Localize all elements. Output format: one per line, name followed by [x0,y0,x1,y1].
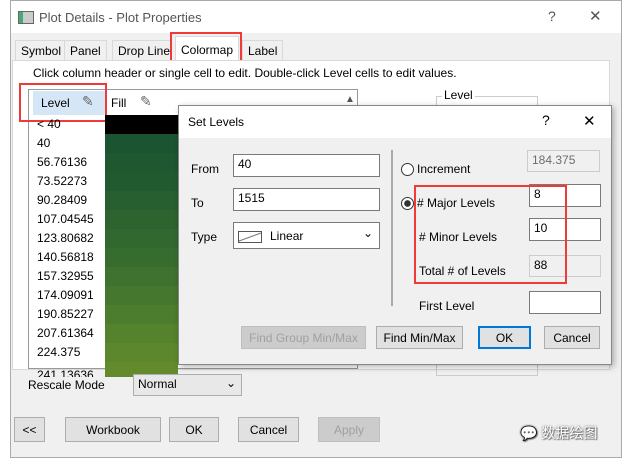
to-label: To [191,196,204,210]
apply-button[interactable]: Apply [318,417,380,442]
level-cell[interactable]: 241.13636 [37,362,94,377]
level-cell[interactable]: 174.09091 [37,286,94,305]
type-label: Type [191,230,218,244]
tab-drop-line[interactable]: Drop Line [112,40,172,61]
dialog-help-button[interactable]: ? [542,112,550,128]
level-cell[interactable]: 157.32955 [37,267,94,286]
find-min-max-button[interactable]: Find Min/Max [376,326,463,349]
level-group-label: Level [442,88,475,102]
linear-scale-icon [238,230,262,243]
from-label: From [191,162,219,176]
tab-label[interactable]: Label [242,40,284,61]
fill-cell[interactable] [105,229,178,248]
ok-button[interactable]: OK [169,417,219,442]
watermark: 💬 数据绘图 [520,423,597,443]
highlight-level-header [19,83,107,122]
find-group-min-max-button[interactable]: Find Group Min/Max [241,326,366,349]
help-button[interactable]: ? [548,8,556,24]
divider [391,150,393,306]
level-cell[interactable]: 123.80682 [37,229,94,248]
dialog-ok-button[interactable]: OK [478,326,531,349]
first-level-input[interactable] [529,291,601,314]
major-levels-radio[interactable] [401,197,414,210]
pencil-icon: ✎ [140,93,152,109]
fill-cell[interactable] [105,191,178,210]
increment-input[interactable]: 184.375 [527,150,600,172]
fill-cell[interactable] [105,153,178,172]
instruction-text: Click column header or single cell to ed… [33,66,457,80]
tab-panel[interactable]: Panel [64,40,107,61]
rescale-mode-value: Normal [138,377,177,391]
increment-label: Increment [417,162,471,176]
level-cell[interactable]: 207.61364 [37,324,94,343]
back-button[interactable]: << [14,417,45,442]
level-cell[interactable]: 140.56818 [37,248,94,267]
fill-cell[interactable] [105,343,178,362]
level-cell[interactable]: 90.28409 [37,191,87,210]
fill-cell[interactable] [105,267,178,286]
level-cell[interactable]: 40 [37,134,50,153]
cancel-button[interactable]: Cancel [238,417,299,442]
tab-symbol[interactable]: Symbol [15,40,68,61]
level-cell[interactable]: 107.04545 [37,210,94,229]
fill-cell[interactable] [105,115,178,134]
chevron-down-icon: ⌄ [362,226,373,240]
increment-radio[interactable] [401,163,414,176]
fill-cell[interactable] [105,324,178,343]
first-level-label: First Level [419,299,475,313]
chevron-down-icon: ⌄ [225,376,236,390]
fill-header-label[interactable]: Fill [111,96,126,110]
highlight-levels [414,185,567,284]
fill-cell[interactable] [105,286,178,305]
rescale-mode-select[interactable]: Normal ⌄ [133,374,242,396]
workbook-button[interactable]: Workbook [65,417,161,442]
dialog-cancel-button[interactable]: Cancel [544,326,600,349]
window-title: Plot Details - Plot Properties [39,10,202,25]
level-cell[interactable]: 190.85227 [37,305,94,324]
fill-cell[interactable] [105,210,178,229]
wechat-icon: 💬 [520,425,538,441]
from-input[interactable]: 40 [233,154,380,177]
type-select[interactable]: Linear ⌄ [233,222,380,249]
fill-cell[interactable] [105,172,178,191]
level-cell[interactable]: 56.76136 [37,153,87,172]
watermark-text: 数据绘图 [541,425,598,441]
level-cell[interactable]: 73.52273 [37,172,87,191]
rescale-mode-label: Rescale Mode [28,378,105,392]
app-icon [18,11,34,24]
level-cell[interactable]: 224.375 [37,343,80,362]
scroll-up-arrow[interactable]: ▲ [345,94,355,105]
fill-cell[interactable] [105,248,178,267]
dialog-title: Set Levels [188,115,245,129]
fill-cell[interactable] [105,305,178,324]
close-button[interactable]: ✕ [589,7,602,25]
fill-cell[interactable] [105,134,178,153]
title-bar: Plot Details - Plot Properties ? ✕ [11,1,621,33]
to-input[interactable]: 1515 [233,188,380,211]
level-cell[interactable]: < 40 [37,115,61,134]
dialog-close-button[interactable]: ✕ [583,112,596,130]
type-value: Linear [270,229,304,243]
